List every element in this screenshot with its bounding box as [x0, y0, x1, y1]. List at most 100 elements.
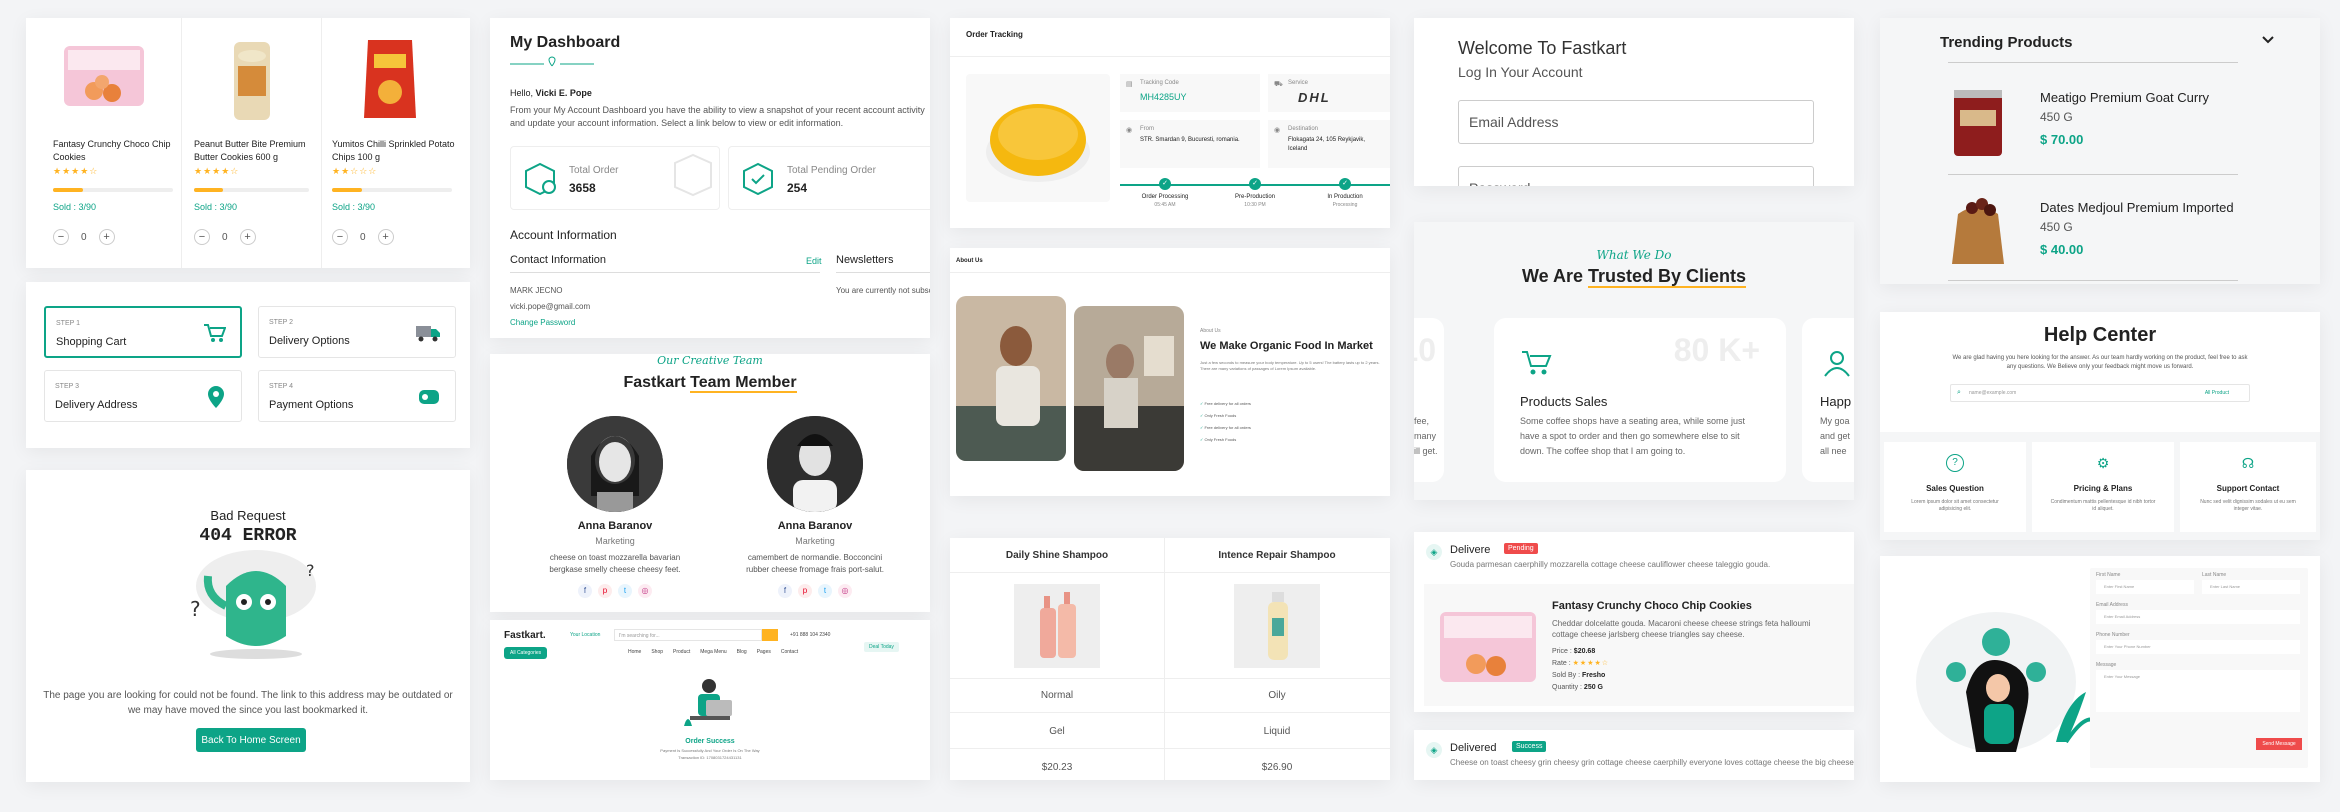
member-bio: cheese on toast mozzarella bavarian berg… — [549, 553, 681, 574]
newsletters-title: Newsletters — [836, 254, 894, 266]
transaction-id: Transaction ID: 1708031724431131 — [678, 755, 742, 760]
stage-time: 05:45 AM — [1154, 202, 1176, 208]
avatar — [567, 416, 663, 512]
edit-link[interactable]: Edit — [806, 256, 822, 266]
truck-icon: ⛟ — [1274, 81, 1283, 88]
step-payment-options[interactable]: STEP 4 Payment Options — [258, 370, 456, 422]
store-logo[interactable]: Fastkart. — [504, 630, 546, 641]
send-message-button[interactable]: Send Message — [2256, 738, 2302, 750]
table-cell: Liquid — [1263, 726, 1291, 737]
about-features: ✓ Free delivery for all orders ✓ Only Fr… — [1200, 398, 1251, 446]
item-weight: 450 G — [2040, 220, 2073, 234]
instagram-icon[interactable]: ◎ — [838, 584, 852, 598]
order-note: Cheese on toast cheesy grin cheesy grin … — [1450, 758, 1854, 767]
step-delivery-address[interactable]: STEP 3 Delivery Address — [44, 370, 242, 422]
product-dropdown[interactable]: All Product — [2205, 390, 2229, 396]
cart-icon — [1520, 348, 1554, 378]
phone-input[interactable]: Enter Your Phone Number — [2096, 640, 2300, 654]
bad-request-text: Bad Request — [210, 508, 286, 523]
step-shopping-cart[interactable]: STEP 1 Shopping Cart — [44, 306, 242, 358]
order-product-box: Fantasy Crunchy Choco Chip Cookies Chedd… — [1424, 584, 1854, 706]
deal-today-button[interactable]: Deal Today — [864, 642, 899, 652]
first-name-label: First Name — [2096, 572, 2121, 578]
topic-text: Nunc sed velit dignissim sodales ut eu s… — [2200, 499, 2296, 512]
order-box-icon — [523, 161, 557, 195]
step-number: STEP 3 — [55, 383, 79, 390]
social-links: f p t ◎ — [740, 584, 890, 598]
facebook-icon[interactable]: f — [778, 584, 792, 598]
plus-button[interactable]: + — [239, 229, 256, 245]
stage-time: 10:30 PM — [1244, 202, 1266, 208]
minus-button[interactable]: − — [53, 229, 69, 245]
menu-item[interactable]: Blog — [737, 649, 747, 655]
order-success-illustration — [676, 674, 742, 730]
pinterest-icon[interactable]: p — [798, 584, 812, 598]
quantity-label: Quantity : — [1552, 684, 1582, 691]
product-name[interactable]: Yumitos Chilli Sprinkled Potato Chips 10… — [332, 138, 457, 164]
product-column[interactable]: Fantasy Crunchy Choco Chip Cookies ★★★★☆… — [26, 18, 182, 268]
product-name[interactable]: Peanut Butter Bite Premium Butter Cookie… — [194, 138, 314, 164]
minus-button[interactable]: − — [332, 229, 348, 245]
step-number: STEP 1 — [56, 320, 80, 327]
menu-item[interactable]: Shop — [651, 649, 663, 655]
topic-title: Pricing & Plans — [2073, 484, 2133, 493]
item-weight: 450 G — [2040, 110, 2073, 124]
password-field[interactable]: Password — [1458, 166, 1814, 186]
greeting-prefix: Hello, — [510, 88, 534, 98]
twitter-icon[interactable]: t — [818, 584, 832, 598]
first-name-input[interactable]: Enter First Name — [2096, 580, 2194, 594]
column-header: Daily Shine Shampoo — [1005, 550, 1109, 561]
last-name-input[interactable]: Enter Last Name — [2202, 580, 2300, 594]
step-label: Delivery Address — [55, 399, 138, 411]
menu-item[interactable]: Product — [673, 649, 690, 655]
location-selector[interactable]: Your Location — [570, 632, 600, 638]
quantity-stepper[interactable]: −0 + — [194, 229, 256, 245]
pinterest-icon[interactable]: p — [598, 584, 612, 598]
back-home-button[interactable]: Back To Home Screen — [196, 728, 306, 752]
menu-item[interactable]: Contact — [781, 649, 798, 655]
chevron-down-icon[interactable] — [2260, 32, 2276, 48]
service-card: 10 fee, many ill get. — [1414, 318, 1444, 482]
twitter-icon[interactable]: t — [618, 584, 632, 598]
member-name: Anna Baranov — [777, 520, 853, 532]
order-product-name[interactable]: Fantasy Crunchy Choco Chip Cookies — [1552, 600, 1752, 612]
help-topic-card[interactable]: ⚙ Pricing & Plans Condimentum mattis pel… — [2032, 442, 2174, 532]
email-field[interactable]: Email Address — [1458, 100, 1814, 144]
all-categories-button[interactable]: All Categories — [504, 647, 548, 659]
trending-item[interactable]: Dates Medjoul Premium Imported 450 G $ 4… — [1948, 190, 2248, 280]
product-column[interactable]: Yumitos Chilli Sprinkled Potato Chips 10… — [322, 18, 470, 268]
help-search-input[interactable]: name@example.com — [1969, 390, 2016, 396]
step-number: STEP 2 — [269, 319, 293, 326]
table-cell: Normal — [1040, 690, 1074, 701]
quantity-stepper[interactable]: −0 + — [332, 229, 394, 245]
product-name[interactable]: Fantasy Crunchy Choco Chip Cookies — [53, 138, 173, 164]
greeting: Hello, Vicki E. Pope — [510, 88, 592, 98]
table-cell: Gel — [1049, 726, 1065, 737]
help-topic-card[interactable]: ? Sales Question Lorem ipsum dolor sit a… — [1884, 442, 2026, 532]
menu-item[interactable]: Mega Menu — [700, 649, 726, 655]
change-password-link[interactable]: Change Password — [510, 318, 575, 327]
compare-col-divider — [1164, 538, 1165, 780]
trending-divider — [1948, 174, 2238, 175]
instagram-icon[interactable]: ◎ — [638, 584, 652, 598]
minus-button[interactable]: − — [194, 229, 210, 245]
menu-item[interactable]: Home — [628, 649, 641, 655]
member-role: Marketing — [595, 536, 635, 546]
price-value: $20.68 — [1573, 648, 1596, 655]
plus-button[interactable]: + — [98, 229, 115, 245]
help-topic-card[interactable]: ☊ Support Contact Nunc sed velit digniss… — [2180, 442, 2316, 532]
product-column[interactable]: Peanut Butter Bite Premium Butter Cookie… — [182, 18, 322, 268]
from-label: From — [1140, 126, 1154, 132]
search-button[interactable] — [762, 629, 778, 641]
menu-item[interactable]: Pages — [757, 649, 771, 655]
header-search-input[interactable]: I'm searching for... — [614, 629, 762, 641]
step-delivery-options[interactable]: STEP 2 Delivery Options — [258, 306, 456, 358]
contact-email-input[interactable]: Enter Email Address — [2096, 610, 2300, 624]
help-search-bar[interactable]: ⌕ name@example.com All Product — [1950, 384, 2250, 402]
trending-item[interactable]: Meatigo Premium Goat Curry 450 G $ 70.00 — [1948, 80, 2248, 170]
message-textarea[interactable]: Enter Your Message — [2096, 670, 2300, 712]
plus-button[interactable]: + — [377, 229, 394, 245]
facebook-icon[interactable]: f — [578, 584, 592, 598]
step-label: Payment Options — [269, 399, 354, 411]
quantity-stepper[interactable]: −0 + — [53, 229, 115, 245]
